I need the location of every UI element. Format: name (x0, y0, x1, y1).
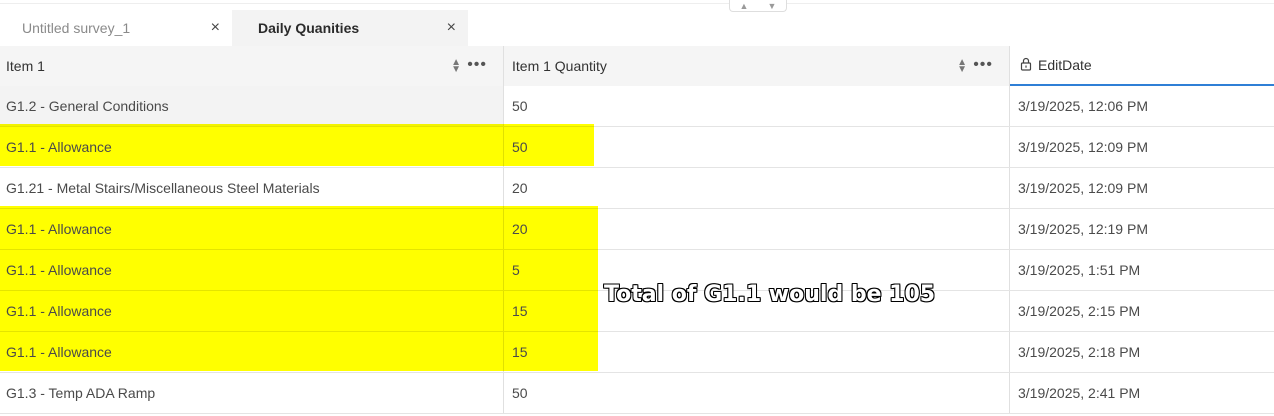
cell-item[interactable]: G1.1 - Allowance (0, 127, 504, 167)
cell-quantity[interactable]: 50 (504, 86, 1010, 126)
cell-quantity[interactable]: 20 (504, 168, 1010, 208)
cell-editdate-text: 3/19/2025, 2:41 PM (1018, 385, 1141, 401)
cell-quantity-text: 50 (512, 385, 528, 401)
cell-item[interactable]: G1.1 - Allowance (0, 332, 504, 372)
cell-quantity-text: 50 (512, 98, 528, 114)
divider (0, 3, 1274, 4)
column-header-item-1[interactable]: Item 1 ▲ ▼ ••• (0, 46, 504, 86)
more-options-icon[interactable]: ••• (973, 56, 993, 74)
cell-item[interactable]: G1.3 - Temp ADA Ramp (0, 373, 504, 413)
tab-label: Untitled survey_1 (22, 20, 131, 36)
cell-quantity-text: 15 (512, 344, 528, 360)
column-header-label: EditDate (1038, 57, 1092, 73)
cell-editdate-text: 3/19/2025, 2:18 PM (1018, 344, 1141, 360)
cell-item-text: G1.3 - Temp ADA Ramp (6, 385, 156, 401)
cell-editdate-text: 3/19/2025, 12:09 PM (1018, 139, 1148, 155)
cell-quantity-text: 5 (512, 262, 520, 278)
cell-quantity[interactable]: 50 (504, 373, 1010, 413)
table-row[interactable]: G1.2 - General Conditions 50 3/19/2025, 12… (0, 86, 1274, 127)
cell-editdate[interactable]: 3/19/2025, 2:15 PM (1010, 291, 1274, 331)
cell-item-text: G1.1 - Allowance (6, 303, 112, 319)
column-header-label: Item 1 (6, 58, 45, 74)
cell-quantity[interactable]: 20 (504, 209, 1010, 249)
tab-daily-quanities[interactable]: Daily Quanities × (232, 10, 468, 46)
table-row[interactable]: G1.1 - Allowance 20 3/19/2025, 12:19 PM (0, 209, 1274, 250)
more-options-icon[interactable]: ••• (467, 56, 487, 74)
cell-item-text: G1.1 - Allowance (6, 221, 112, 237)
cell-item[interactable]: G1.21 - Metal Stairs/Miscellaneous Steel… (0, 168, 504, 208)
cell-editdate[interactable]: 3/19/2025, 12:19 PM (1010, 209, 1274, 249)
table-header: Item 1 ▲ ▼ ••• Item 1 Quantity ▲ ▼ ••• Edi… (0, 46, 1274, 87)
column-header-editdate[interactable]: EditDate (1010, 46, 1274, 86)
sort-icon[interactable]: ▲ ▼ (957, 58, 967, 75)
cell-item-text: G1.2 - General Conditions (6, 98, 169, 114)
cell-editdate[interactable]: 3/19/2025, 12:09 PM (1010, 127, 1274, 167)
cell-editdate[interactable]: 3/19/2025, 2:41 PM (1010, 373, 1274, 413)
tab-untitled-survey[interactable]: Untitled survey_1 × (0, 10, 232, 46)
table-row[interactable]: G1.1 - Allowance 50 3/19/2025, 12:09 PM (0, 127, 1274, 168)
cell-editdate-text: 3/19/2025, 12:19 PM (1018, 221, 1148, 237)
sort-icon[interactable]: ▲ ▼ (451, 58, 461, 75)
cell-quantity-text: 20 (512, 221, 528, 237)
column-header-item-1-quantity[interactable]: Item 1 Quantity ▲ ▼ ••• (504, 46, 1010, 86)
close-icon[interactable]: × (211, 20, 220, 36)
table-row[interactable]: G1.3 - Temp ADA Ramp 50 3/19/2025, 2:41 PM (0, 373, 1274, 414)
scroll-up-icon[interactable]: ▲ (740, 1, 749, 11)
annotation-text: Total of G1.1 would be 105 (604, 282, 936, 307)
cell-quantity-text: 20 (512, 180, 528, 196)
cell-editdate[interactable]: 3/19/2025, 1:51 PM (1010, 250, 1274, 290)
cell-item-text: G1.21 - Metal Stairs/Miscellaneous Steel… (6, 180, 320, 196)
scroll-arrows[interactable]: ▲ ▼ (729, 0, 787, 12)
cell-item[interactable]: G1.1 - Allowance (0, 209, 504, 249)
cell-item[interactable]: G1.1 - Allowance (0, 250, 504, 290)
close-icon[interactable]: × (447, 20, 456, 36)
cell-editdate[interactable]: 3/19/2025, 12:06 PM (1010, 86, 1274, 126)
scroll-down-icon[interactable]: ▼ (768, 1, 777, 11)
cell-editdate[interactable]: 3/19/2025, 2:18 PM (1010, 332, 1274, 372)
cell-editdate-text: 3/19/2025, 1:51 PM (1018, 262, 1141, 278)
cell-editdate-text: 3/19/2025, 12:09 PM (1018, 180, 1148, 196)
cell-quantity[interactable]: 15 (504, 332, 1010, 372)
lock-icon (1020, 57, 1032, 74)
cell-quantity-text: 50 (512, 139, 528, 155)
table-row[interactable]: G1.21 - Metal Stairs/Miscellaneous Steel… (0, 168, 1274, 209)
cell-item[interactable]: G1.1 - Allowance (0, 291, 504, 331)
tab-label: Daily Quanities (258, 20, 360, 36)
cell-quantity-text: 15 (512, 303, 528, 319)
tab-bar: ▲ ▼ Untitled survey_1 × Daily Quanities … (0, 0, 1274, 47)
table-row[interactable]: G1.1 - Allowance 15 3/19/2025, 2:18 PM (0, 332, 1274, 373)
cell-item-text: G1.1 - Allowance (6, 262, 112, 278)
column-header-label: Item 1 Quantity (512, 58, 607, 74)
cell-editdate-text: 3/19/2025, 2:15 PM (1018, 303, 1141, 319)
cell-editdate-text: 3/19/2025, 12:06 PM (1018, 98, 1148, 114)
cell-item-text: G1.1 - Allowance (6, 344, 112, 360)
cell-quantity[interactable]: 50 (504, 127, 1010, 167)
cell-item-text: G1.1 - Allowance (6, 139, 112, 155)
cell-editdate[interactable]: 3/19/2025, 12:09 PM (1010, 168, 1274, 208)
cell-item[interactable]: G1.2 - General Conditions (0, 86, 504, 126)
